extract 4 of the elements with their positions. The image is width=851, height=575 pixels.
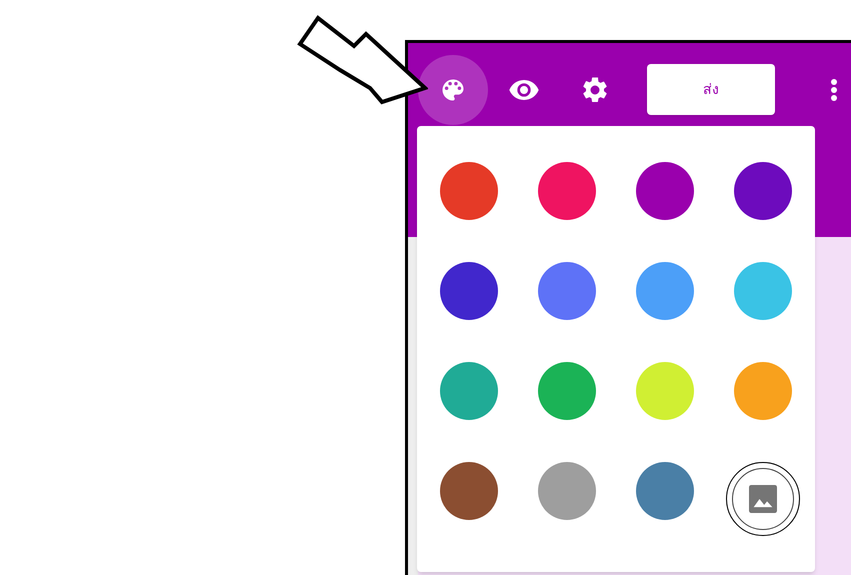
more-icon[interactable] <box>830 78 838 102</box>
image-option-button[interactable] <box>726 462 800 536</box>
send-button[interactable]: ส่ง <box>647 64 775 115</box>
image-icon <box>749 485 777 513</box>
